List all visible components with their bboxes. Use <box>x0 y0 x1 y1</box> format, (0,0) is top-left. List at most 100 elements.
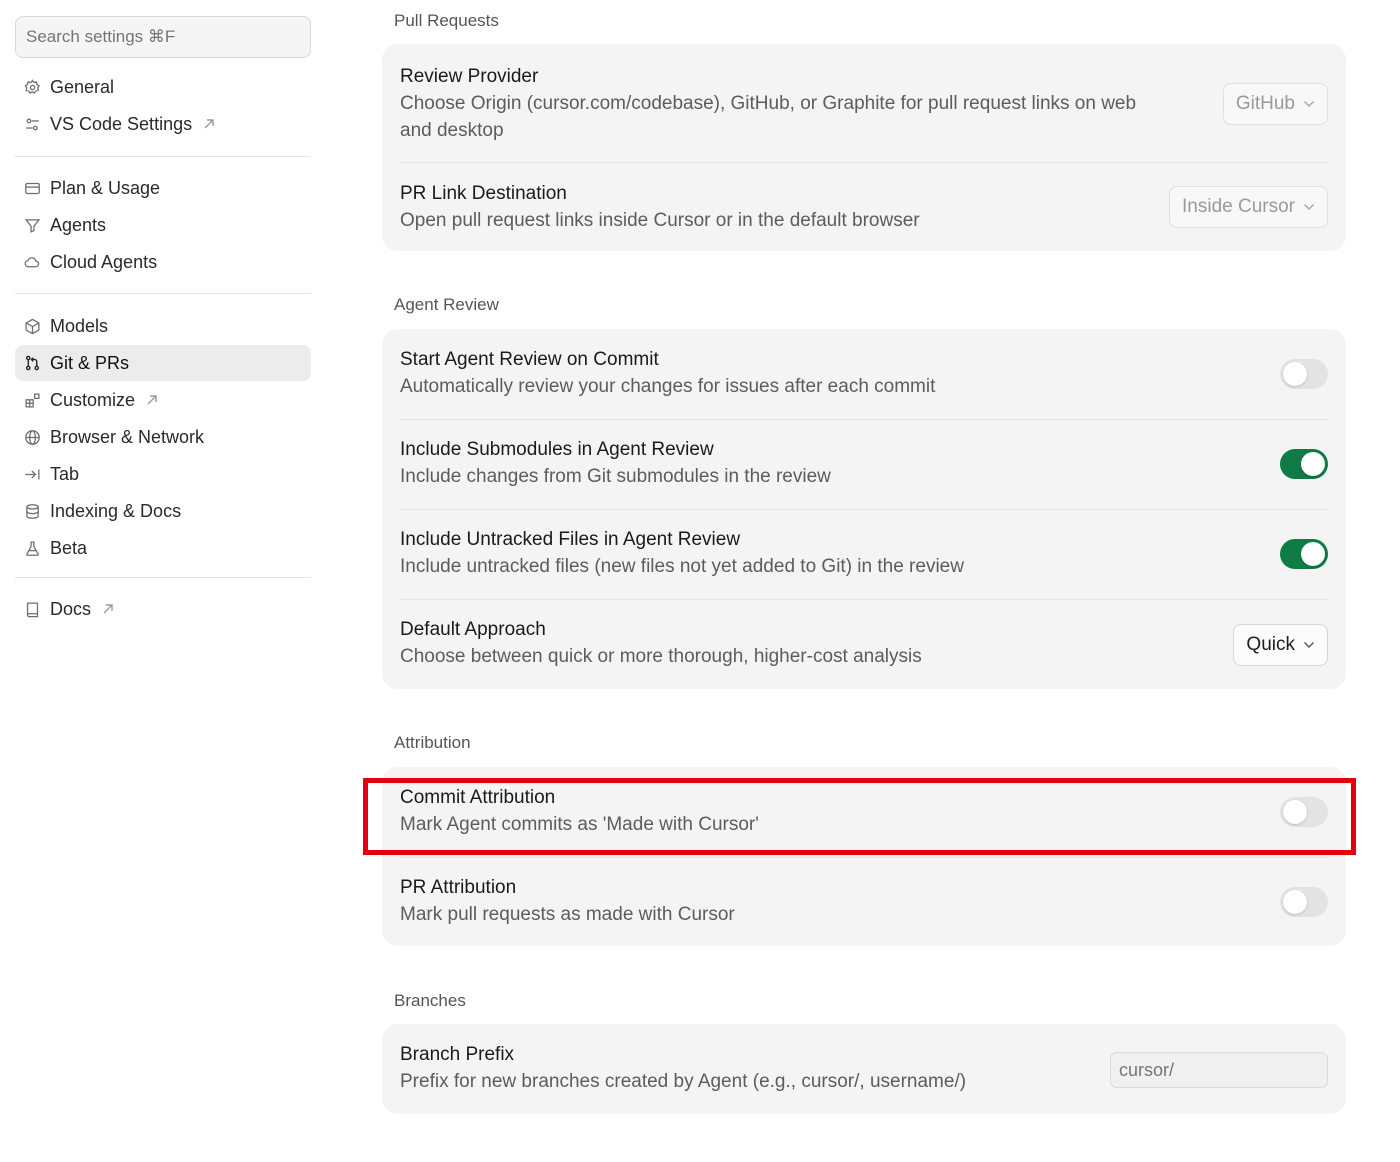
sidebar-item-label: Cloud Agents <box>50 251 158 272</box>
sidebar-item-label: Git & PRs <box>50 352 130 373</box>
setting-title: Include Untracked Files in Agent Review <box>400 529 741 550</box>
nav-group-features: Models Git & PRs Customize Browser & Net… <box>15 308 311 567</box>
card-agent-review: Start Agent Review on Commit Automatical… <box>382 329 1346 689</box>
nav-group-general: General VS Code Settings <box>15 69 311 143</box>
section-title-branches: Branches <box>394 991 466 1010</box>
toggle-knob <box>1283 890 1307 914</box>
external-link-icon <box>101 602 115 616</box>
git-pull-request-icon <box>23 354 41 372</box>
sidebar-item-label: Indexing & Docs <box>50 500 182 521</box>
section-title-attribution: Attribution <box>394 733 471 752</box>
row-divider <box>400 162 1328 163</box>
database-icon <box>23 502 41 520</box>
include-untracked-toggle[interactable] <box>1280 539 1328 569</box>
blocks-icon <box>23 391 41 409</box>
setting-description: Mark Agent commits as 'Made with Cursor' <box>400 814 759 835</box>
sidebar-item-label: Customize <box>50 389 136 410</box>
chevron-down-icon <box>1303 100 1315 108</box>
sidebar-divider <box>15 577 311 578</box>
search-settings-input[interactable] <box>15 16 311 58</box>
chevron-down-icon <box>1303 203 1315 211</box>
setting-title: Commit Attribution <box>400 787 556 808</box>
start-agent-review-toggle[interactable] <box>1280 359 1328 389</box>
setting-description: and desktop <box>400 120 504 141</box>
sidebar-item-label: Browser & Network <box>50 426 205 447</box>
setting-description: Choose between quick or more thorough, h… <box>400 646 922 667</box>
setting-description: Mark pull requests as made with Cursor <box>400 904 735 925</box>
sidebar-item-browser-network[interactable]: Browser & Network <box>15 419 311 455</box>
setting-include-untracked: Include Untracked Files in Agent Review … <box>400 527 1328 580</box>
chevron-down-icon <box>1303 641 1315 649</box>
sidebar-item-indexing-docs[interactable]: Indexing & Docs <box>15 493 311 529</box>
sidebar-item-label: General <box>50 76 115 97</box>
include-submodules-toggle[interactable] <box>1280 449 1328 479</box>
external-link-icon <box>202 117 216 131</box>
sidebar-item-label: Tab <box>50 463 80 484</box>
toggle-knob <box>1283 362 1307 386</box>
pr-attribution-toggle[interactable] <box>1280 887 1328 917</box>
setting-description: Automatically review your changes for is… <box>400 376 936 397</box>
sidebar-item-plan-usage[interactable]: Plan & Usage <box>15 170 311 206</box>
setting-description: Choose Origin (cursor.com/codebase), Git… <box>400 93 1137 114</box>
setting-include-submodules: Include Submodules in Agent Review Inclu… <box>400 437 1328 490</box>
sidebar-item-docs[interactable]: Docs <box>15 591 311 627</box>
book-icon <box>23 600 41 618</box>
row-divider <box>400 599 1328 600</box>
sidebar-divider <box>15 293 311 294</box>
setting-commit-attribution: Commit Attribution Mark Agent commits as… <box>400 785 1328 838</box>
setting-review-provider: Review Provider Choose Origin (cursor.co… <box>400 64 1328 144</box>
sidebar-item-label: VS Code Settings <box>50 113 193 134</box>
credit-card-icon <box>23 179 41 197</box>
sidebar-item-label: Beta <box>50 537 88 558</box>
setting-title: Start Agent Review on Commit <box>400 349 659 370</box>
row-divider <box>400 509 1328 510</box>
default-approach-dropdown[interactable]: Quick <box>1233 624 1328 666</box>
sidebar-item-label: Plan & Usage <box>50 177 161 198</box>
setting-description: Include changes from Git submodules in t… <box>400 466 831 487</box>
nav-group-account: Plan & Usage Agents Cloud Agents <box>15 170 311 281</box>
globe-icon <box>23 428 41 446</box>
dropdown-value: GitHub <box>1235 93 1295 114</box>
flask-icon <box>23 539 41 557</box>
sidebar-item-agents[interactable]: Agents <box>15 207 311 243</box>
setting-title: Include Submodules in Agent Review <box>400 439 714 460</box>
pr-link-destination-dropdown[interactable]: Inside Cursor <box>1169 186 1328 228</box>
setting-title: Default Approach <box>400 619 546 640</box>
sidebar-item-label: Agents <box>50 214 107 235</box>
funnel-icon <box>23 216 41 234</box>
external-link-icon <box>145 393 159 407</box>
sidebar-divider <box>15 156 311 157</box>
cloud-icon <box>23 253 41 271</box>
setting-description: Include untracked files (new files not y… <box>400 556 964 577</box>
setting-pr-attribution: PR Attribution Mark pull requests as mad… <box>400 875 1328 928</box>
tab-arrow-icon <box>23 465 41 483</box>
dropdown-value: Inside Cursor <box>1182 196 1295 217</box>
row-divider <box>400 857 1328 858</box>
sidebar-item-customize[interactable]: Customize <box>15 382 311 418</box>
setting-default-approach: Default Approach Choose between quick or… <box>400 617 1328 670</box>
card-attribution: Commit Attribution Mark Agent commits as… <box>382 767 1346 946</box>
review-provider-dropdown[interactable]: GitHub <box>1222 83 1328 125</box>
sidebar-item-models[interactable]: Models <box>15 308 311 344</box>
card-branches: Branch Prefix Prefix for new branches cr… <box>382 1024 1346 1114</box>
toggle-knob <box>1301 542 1325 566</box>
sidebar-item-label: Docs <box>50 598 92 619</box>
branch-prefix-input[interactable] <box>1110 1052 1328 1088</box>
setting-start-agent-review: Start Agent Review on Commit Automatical… <box>400 347 1328 400</box>
sidebar-item-vs-code-settings[interactable]: VS Code Settings <box>15 106 311 142</box>
sidebar-item-cloud-agents[interactable]: Cloud Agents <box>15 244 311 280</box>
row-divider <box>400 419 1328 420</box>
section-title-agent-review: Agent Review <box>394 295 499 314</box>
sidebar-item-general[interactable]: General <box>15 69 311 105</box>
settings-sidebar: General VS Code Settings Plan & Usage Ag… <box>0 0 330 1162</box>
commit-attribution-toggle[interactable] <box>1280 797 1328 827</box>
dropdown-value: Quick <box>1246 634 1295 655</box>
sidebar-item-git-prs[interactable]: Git & PRs <box>15 345 311 381</box>
gear-icon <box>23 78 41 96</box>
sidebar-item-beta[interactable]: Beta <box>15 530 311 566</box>
sidebar-item-tab[interactable]: Tab <box>15 456 311 492</box>
sliders-icon <box>23 115 41 133</box>
cube-icon <box>23 317 41 335</box>
section-title-pull-requests: Pull Requests <box>394 11 499 30</box>
card-pull-requests: Review Provider Choose Origin (cursor.co… <box>382 44 1346 251</box>
